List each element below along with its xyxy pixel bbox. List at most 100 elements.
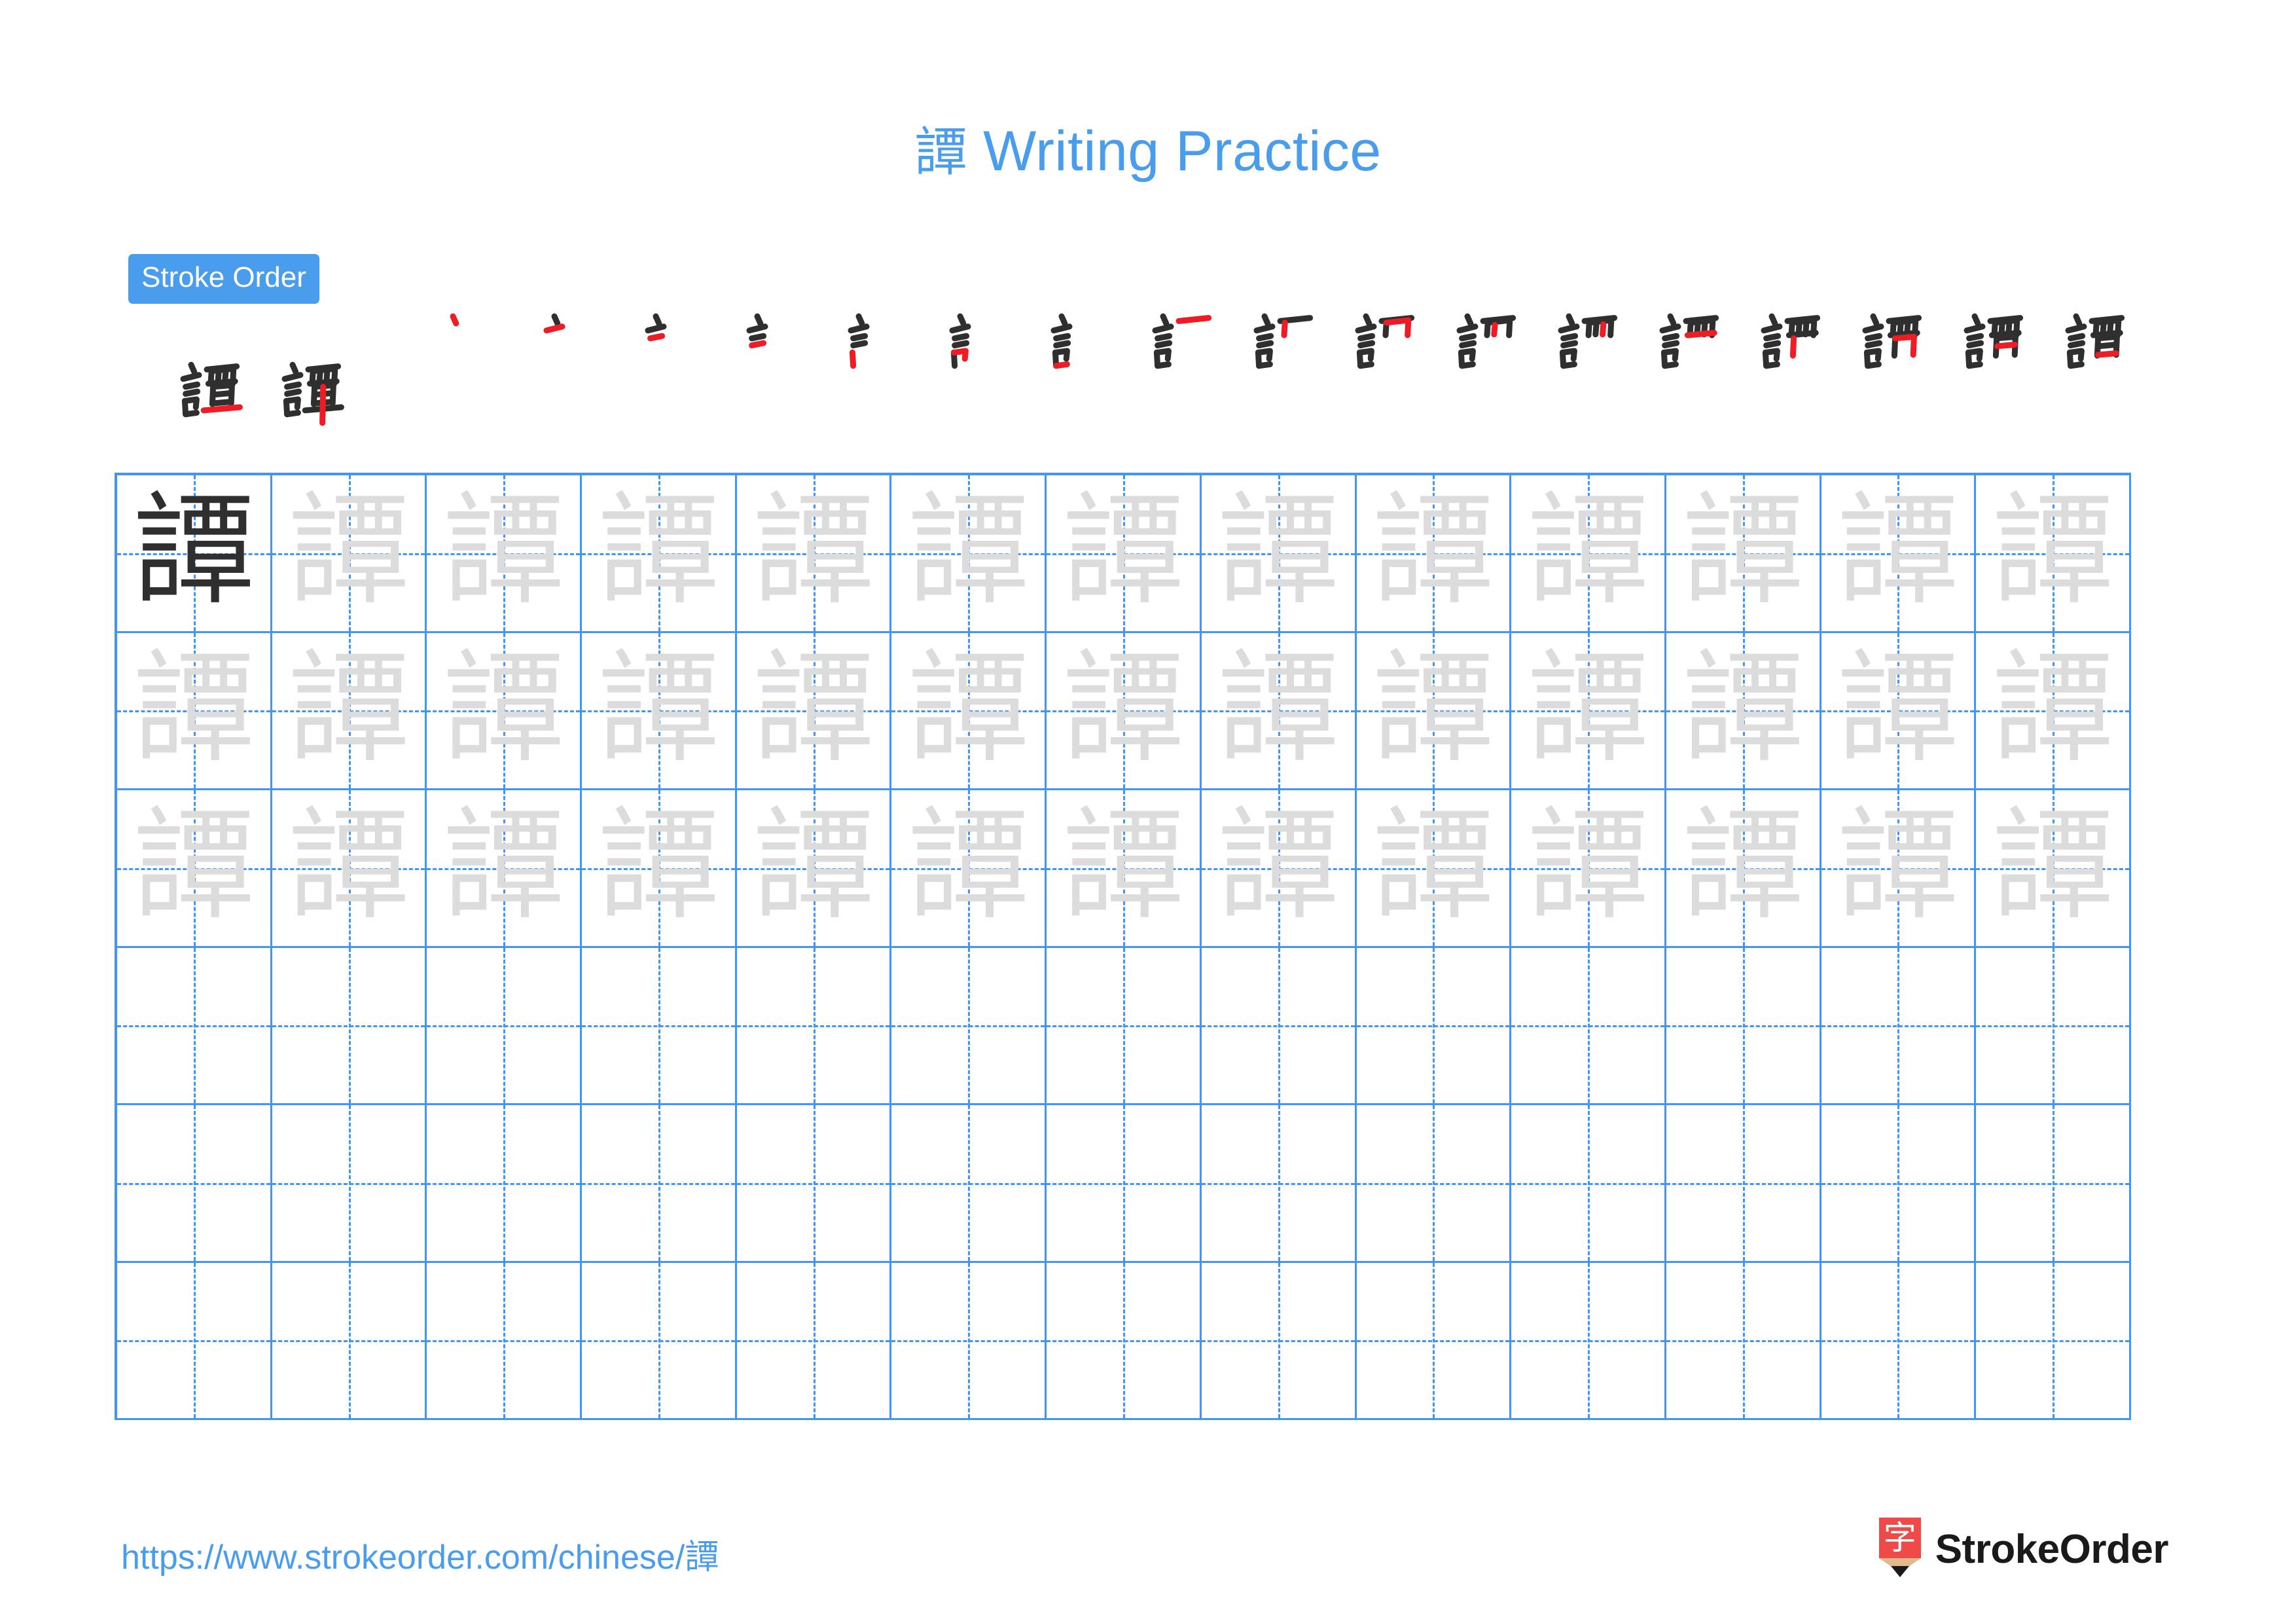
practice-cell[interactable]: 譚: [1047, 475, 1202, 633]
practice-cell[interactable]: 譚: [117, 790, 272, 948]
practice-cell[interactable]: [736, 1262, 892, 1420]
practice-cell[interactable]: 譚: [1821, 475, 1977, 633]
practice-cell[interactable]: [427, 1262, 583, 1420]
practice-cell[interactable]: 譚: [1201, 790, 1357, 948]
practice-cell[interactable]: 譚: [1821, 790, 1977, 948]
practice-cell[interactable]: 譚: [427, 632, 583, 790]
practice-cell[interactable]: 譚: [1356, 475, 1512, 633]
practice-cell[interactable]: 譚: [1976, 475, 2131, 633]
practice-cell[interactable]: [117, 1105, 272, 1263]
trace-character: 譚: [598, 480, 719, 622]
practice-cell[interactable]: [272, 947, 427, 1105]
practice-cell[interactable]: [1666, 947, 1821, 1105]
practice-cell[interactable]: 譚: [1511, 790, 1666, 948]
practice-cell[interactable]: [117, 1262, 272, 1420]
practice-cell[interactable]: [582, 1105, 737, 1263]
practice-cell[interactable]: [1047, 1105, 1202, 1263]
practice-cell[interactable]: 譚: [272, 790, 427, 948]
practice-cell[interactable]: [1047, 1262, 1202, 1420]
practice-cell[interactable]: [272, 1105, 427, 1263]
stroke-order-section: Stroke Order: [128, 254, 2170, 426]
practice-cell[interactable]: [891, 1105, 1047, 1263]
practice-cell[interactable]: 譚: [891, 632, 1047, 790]
practice-cell[interactable]: [1511, 1262, 1666, 1420]
practice-cell[interactable]: 譚: [1976, 632, 2131, 790]
practice-cell[interactable]: 譚: [1047, 790, 1202, 948]
practice-cell[interactable]: 譚: [1511, 475, 1666, 633]
practice-cell[interactable]: [582, 947, 737, 1105]
practice-cell[interactable]: 譚: [736, 632, 892, 790]
practice-cell[interactable]: 譚: [582, 790, 737, 948]
pencil-tip: [1890, 1566, 1909, 1577]
practice-cell[interactable]: [1666, 1105, 1821, 1263]
practice-cell[interactable]: 譚: [1821, 632, 1977, 790]
trace-character: 譚: [288, 637, 410, 779]
practice-cell[interactable]: 譚: [1666, 790, 1821, 948]
practice-cell[interactable]: [1821, 1105, 1977, 1263]
practice-cell[interactable]: 譚: [427, 475, 583, 633]
stroke-order-badge: Stroke Order: [128, 254, 319, 304]
pencil-glyph: 字: [1883, 1519, 1916, 1557]
practice-cell[interactable]: 譚: [736, 790, 892, 948]
practice-cell[interactable]: 譚: [582, 475, 737, 633]
trace-character: 譚: [1217, 795, 1339, 937]
trace-character: 譚: [1682, 637, 1804, 779]
trace-character: 譚: [1527, 795, 1649, 937]
practice-cell[interactable]: 譚: [1047, 632, 1202, 790]
practice-cell[interactable]: 譚: [736, 475, 892, 633]
practice-cell[interactable]: [1821, 947, 1977, 1105]
practice-cell[interactable]: [582, 1262, 737, 1420]
trace-character: 譚: [442, 637, 564, 779]
practice-cell[interactable]: 譚: [1976, 790, 2131, 948]
practice-cell[interactable]: [1821, 1262, 1977, 1420]
practice-cell[interactable]: 譚: [272, 475, 427, 633]
trace-character: 譚: [1062, 795, 1184, 937]
trace-character: 譚: [907, 637, 1029, 779]
practice-cell[interactable]: [1201, 1262, 1357, 1420]
practice-cell[interactable]: [1976, 1262, 2131, 1420]
practice-cell[interactable]: 譚: [891, 790, 1047, 948]
practice-cell[interactable]: [1976, 947, 2131, 1105]
practice-cell[interactable]: [736, 947, 892, 1105]
model-character: 譚: [133, 480, 255, 622]
trace-character: 譚: [1682, 795, 1804, 937]
trace-character: 譚: [753, 795, 874, 937]
trace-character: 譚: [288, 795, 410, 937]
practice-cell[interactable]: [1356, 1262, 1512, 1420]
practice-cell[interactable]: [1201, 947, 1357, 1105]
practice-cell[interactable]: 譚: [427, 790, 583, 948]
practice-cell[interactable]: 譚: [1356, 632, 1512, 790]
practice-cell[interactable]: [1356, 947, 1512, 1105]
practice-cell[interactable]: 譚: [1666, 632, 1821, 790]
stroke-frame-18: [168, 352, 246, 431]
practice-cell[interactable]: [1976, 1105, 2131, 1263]
practice-cell[interactable]: [891, 1262, 1047, 1420]
trace-character: 譚: [442, 795, 564, 937]
trace-character: 譚: [1837, 480, 1958, 622]
practice-cell[interactable]: [1511, 947, 1666, 1105]
practice-cell[interactable]: [272, 1262, 427, 1420]
practice-cell[interactable]: [1666, 1262, 1821, 1420]
practice-cell[interactable]: 譚: [117, 632, 272, 790]
practice-cell[interactable]: [427, 947, 583, 1105]
practice-cell[interactable]: [1201, 1105, 1357, 1263]
practice-cell[interactable]: [891, 947, 1047, 1105]
practice-cell[interactable]: 譚: [1666, 475, 1821, 633]
practice-cell[interactable]: 譚: [1356, 790, 1512, 948]
practice-cell[interactable]: 譚: [582, 632, 737, 790]
practice-cell[interactable]: 譚: [891, 475, 1047, 633]
practice-cell[interactable]: 譚: [1201, 475, 1357, 633]
practice-cell[interactable]: [427, 1105, 583, 1263]
practice-cell[interactable]: [1511, 1105, 1666, 1263]
practice-cell[interactable]: 譚: [1201, 632, 1357, 790]
trace-character: 譚: [753, 480, 874, 622]
practice-cell[interactable]: 譚: [272, 632, 427, 790]
practice-cell[interactable]: [117, 947, 272, 1105]
footer-url[interactable]: https://www.strokeorder.com/chinese/譚: [121, 1529, 719, 1578]
practice-cell[interactable]: 譚: [117, 475, 272, 633]
practice-cell[interactable]: [1356, 1105, 1512, 1263]
practice-cell[interactable]: 譚: [1511, 632, 1666, 790]
practice-cell[interactable]: [736, 1105, 892, 1263]
trace-character: 譚: [1062, 480, 1184, 622]
practice-cell[interactable]: [1047, 947, 1202, 1105]
